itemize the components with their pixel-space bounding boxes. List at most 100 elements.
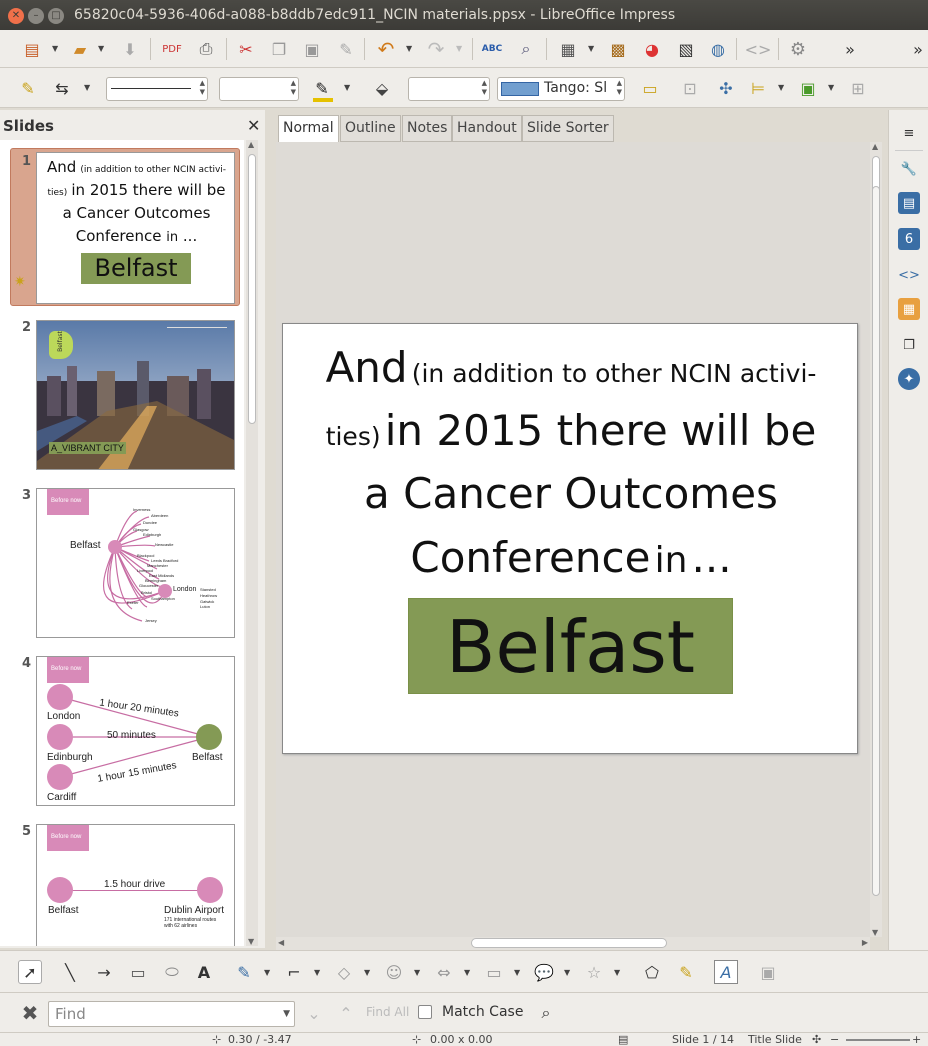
crop-icon[interactable]: ⊡	[678, 76, 702, 100]
fill-bucket-icon[interactable]: ⬙	[370, 76, 394, 100]
curve-dropdown-icon[interactable]: ▼	[264, 968, 270, 977]
tab-handout[interactable]: Handout	[452, 115, 522, 142]
hyperlink-icon[interactable]: ◍	[706, 37, 730, 61]
close-window-button[interactable]: ✕	[8, 8, 24, 24]
copy-icon[interactable]: ❐	[267, 37, 291, 61]
sidebar-menu-icon[interactable]: ≡	[898, 122, 920, 144]
points-icon[interactable]: ⬠	[640, 960, 664, 984]
main-slide[interactable]: And (in addition to other NCIN activi- t…	[282, 323, 858, 754]
slide-thumbnail-2[interactable]: Belfast A_VIBRANT CITY	[36, 320, 235, 470]
zoom-slider[interactable]	[846, 1039, 910, 1041]
tab-slide-sorter[interactable]: Slide Sorter	[522, 115, 614, 142]
line-color-icon[interactable]: ✎	[310, 76, 334, 100]
zoom-fit-icon[interactable]: ✣	[812, 1033, 821, 1046]
main-slide-title[interactable]: And (in addition to other NCIN activi- t…	[283, 342, 859, 595]
arrow-style-icon[interactable]: ⇆	[50, 76, 74, 100]
undo-icon[interactable]: ↶	[374, 37, 398, 61]
slide-thumbnail-4[interactable]: Before now London Edinburgh Cardiff Belf…	[36, 656, 235, 806]
find-next-icon[interactable]: ⌄	[302, 1001, 326, 1025]
zoom-out-icon[interactable]: −	[830, 1033, 839, 1046]
open-folder-icon[interactable]: ▰	[68, 37, 92, 61]
rectangle-icon[interactable]: ▭	[126, 960, 150, 984]
scroll-up-icon[interactable]: ▲	[248, 140, 254, 149]
undo-dropdown-icon[interactable]: ▼	[406, 44, 412, 53]
line-style-spin-icon[interactable]: ▲ ▼	[200, 79, 205, 97]
find-replace-icon[interactable]: ⌕	[534, 1001, 558, 1025]
navigator-icon[interactable]: ❐	[898, 334, 920, 356]
more-tools-icon[interactable]: »	[838, 37, 862, 61]
connector-icon[interactable]: ⌐	[282, 960, 306, 984]
gallery-icon[interactable]: ▦	[898, 298, 920, 320]
tab-notes[interactable]: Notes	[402, 115, 453, 142]
stars-icon[interactable]: ☆	[582, 960, 606, 984]
slides-scroll-thumb[interactable]	[248, 154, 256, 424]
basic-shapes-icon[interactable]: ◇	[332, 960, 356, 984]
new-slide-icon[interactable]: ▤	[20, 37, 44, 61]
ellipse-icon[interactable]: ⬭	[160, 960, 184, 984]
line-width-field[interactable]: ▲ ▼	[219, 77, 299, 101]
gear-icon[interactable]: ⚙	[786, 37, 810, 61]
block-arrows-dropdown-icon[interactable]: ▼	[464, 968, 470, 977]
zoom-in-icon[interactable]: +	[912, 1033, 921, 1046]
stars-dropdown-icon[interactable]: ▼	[614, 968, 620, 977]
properties-icon[interactable]: 🔧	[898, 158, 920, 180]
save-icon[interactable]: ⬇	[118, 37, 142, 61]
callouts-dropdown-icon[interactable]: ▼	[564, 968, 570, 977]
cut-icon[interactable]: ✂	[234, 37, 258, 61]
open-dropdown-icon[interactable]: ▼	[98, 44, 104, 53]
image-icon[interactable]: ▩	[606, 37, 630, 61]
symbol-shapes-icon[interactable]: ☺	[382, 960, 406, 984]
flowchart-dropdown-icon[interactable]: ▼	[514, 968, 520, 977]
text-tool-icon[interactable]: A	[192, 960, 216, 984]
arrow-style-dropdown-icon[interactable]: ▼	[84, 83, 90, 92]
slide-thumbnail-5[interactable]: Before now 1.5 hour drive Belfast Dublin…	[36, 824, 235, 946]
find-all-button[interactable]: Find All	[366, 1005, 409, 1019]
media-icon[interactable]: ▧	[674, 37, 698, 61]
find-dropdown-icon[interactable]: ▼	[283, 1009, 290, 1019]
slide-thumbnail-1[interactable]: And (in addition to other NCIN activi- t…	[36, 152, 235, 304]
tab-outline[interactable]: Outline	[340, 115, 401, 142]
redo-icon[interactable]: ↷	[424, 37, 448, 61]
align-icon[interactable]: ⊨	[746, 76, 770, 100]
transform-icon[interactable]: ✣	[714, 76, 738, 100]
paste-icon[interactable]: ▣	[300, 37, 324, 61]
belfast-box[interactable]: Belfast	[408, 598, 733, 694]
new-dropdown-icon[interactable]: ▼	[52, 44, 58, 53]
scroll-down-icon[interactable]: ▼	[248, 937, 254, 946]
curve-icon[interactable]: ✎	[232, 960, 256, 984]
callouts-icon[interactable]: 💬	[532, 960, 556, 984]
chart-icon[interactable]: ◕	[640, 37, 664, 61]
basic-shapes-dropdown-icon[interactable]: ▼	[364, 968, 370, 977]
minimize-window-button[interactable]: –	[28, 8, 44, 24]
pen-icon[interactable]: ✎	[16, 76, 40, 100]
flowchart-icon[interactable]: ▭	[482, 960, 506, 984]
align-dropdown-icon[interactable]: ▼	[778, 83, 784, 92]
area-style-spin-icon[interactable]: ▲ ▼	[482, 79, 487, 97]
block-arrows-icon[interactable]: ⇔	[432, 960, 456, 984]
line-style-field[interactable]: ▲ ▼	[106, 77, 208, 101]
close-pane-icon[interactable]: ✕	[247, 116, 260, 135]
editor-vscrollbar[interactable]: ▲ ▼	[870, 142, 882, 937]
fill-style-select[interactable]: Tango: Sl ▲ ▼	[497, 77, 625, 101]
fontwork-pen-icon[interactable]: ✎	[674, 960, 698, 984]
print-icon[interactable]: ⎙	[194, 37, 218, 61]
arrange-dropdown-icon[interactable]: ▼	[828, 83, 834, 92]
editor-scroll-right-icon[interactable]: ▶	[862, 938, 868, 947]
editor-hscrollbar[interactable]: ◀ ▶	[276, 937, 870, 950]
connector-dropdown-icon[interactable]: ▼	[314, 968, 320, 977]
more-tools-2-icon[interactable]: »	[906, 37, 928, 61]
tab-normal[interactable]: Normal	[278, 115, 339, 142]
slides-scrollbar[interactable]: ▲ ▼	[246, 140, 258, 946]
symbol-shapes-dropdown-icon[interactable]: ▼	[414, 968, 420, 977]
clone-formatting-icon[interactable]: ✎	[334, 37, 358, 61]
slide-thumbnail-3[interactable]: Before now Belfast London Inverness Aber…	[36, 488, 235, 638]
fontwork-icon[interactable]: A	[714, 960, 738, 984]
shadow-icon[interactable]: ▭	[638, 76, 662, 100]
arrange-icon[interactable]: ▣	[796, 76, 820, 100]
editor-hscroll-thumb[interactable]	[471, 938, 667, 948]
slide-transition-icon[interactable]: 6	[898, 228, 920, 250]
compass-icon[interactable]: ✦	[898, 368, 920, 390]
arrow-line-icon[interactable]: →	[92, 960, 116, 984]
area-style-field[interactable]: ▲ ▼	[408, 77, 490, 101]
close-find-icon[interactable]: ✖	[18, 1001, 42, 1025]
